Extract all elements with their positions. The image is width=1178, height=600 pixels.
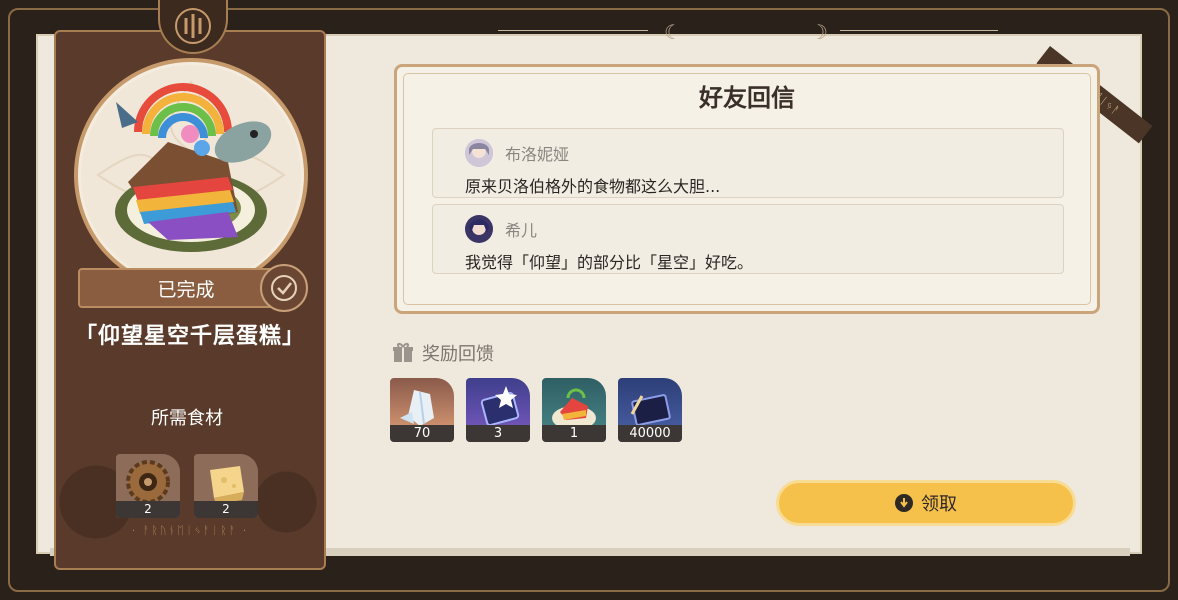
reward-count: 40000 [618, 425, 682, 442]
moon-right-icon: ☽ [810, 20, 828, 44]
panel-title: 好友回信 [699, 84, 795, 112]
ingredients-title: 所需食材 [151, 408, 223, 429]
reward-item[interactable]: 70 [390, 378, 454, 442]
reward-item[interactable]: 40000 [618, 378, 682, 442]
gift-icon [393, 343, 413, 362]
avatar [465, 139, 493, 167]
reward-item[interactable]: 3 [466, 378, 530, 442]
ingredient-item[interactable]: 2 [194, 454, 258, 518]
title-divider-right [840, 30, 998, 31]
sender-name: 希儿 [505, 221, 538, 240]
reward-count: 1 [542, 425, 606, 442]
rune-text: · ᚨᚱᚢᚾᛖᛁᛃᚨᛁᚱᚨ · [131, 524, 249, 537]
rewards-header: 奖励回馈 [392, 340, 494, 366]
ingredient-item[interactable]: 2 [116, 454, 180, 518]
download-arrow-icon [895, 494, 913, 512]
message-item: 布洛妮娅 原来贝洛伯格外的食物都这么大胆... [432, 128, 1064, 198]
claim-button[interactable]: 领取 [776, 480, 1076, 526]
reward-count: 70 [390, 425, 454, 442]
ingredient-count: 2 [194, 501, 258, 518]
message-item: 希儿 我觉得「仰望」的部分比「星空」好吃。 [432, 204, 1064, 274]
sender-name: 布洛妮娅 [505, 145, 570, 164]
message-text: 我觉得「仰望」的部分比「星空」好吃。 [465, 253, 754, 272]
moon-left-icon: ☾ [664, 20, 682, 44]
message-text: 原来贝洛伯格外的食物都这么大胆... [465, 177, 721, 196]
dish-name: 「仰望星空千层蛋糕」 [74, 324, 305, 349]
rewards-title: 奖励回馈 [422, 344, 494, 365]
dish-image [74, 58, 308, 292]
avatar [465, 215, 493, 243]
ingredient-count: 2 [116, 501, 180, 518]
reward-count: 3 [466, 425, 530, 442]
reward-item[interactable]: 1 [542, 378, 606, 442]
check-icon [260, 264, 308, 312]
claim-label: 领取 [921, 494, 957, 515]
title-divider-left [498, 30, 648, 31]
